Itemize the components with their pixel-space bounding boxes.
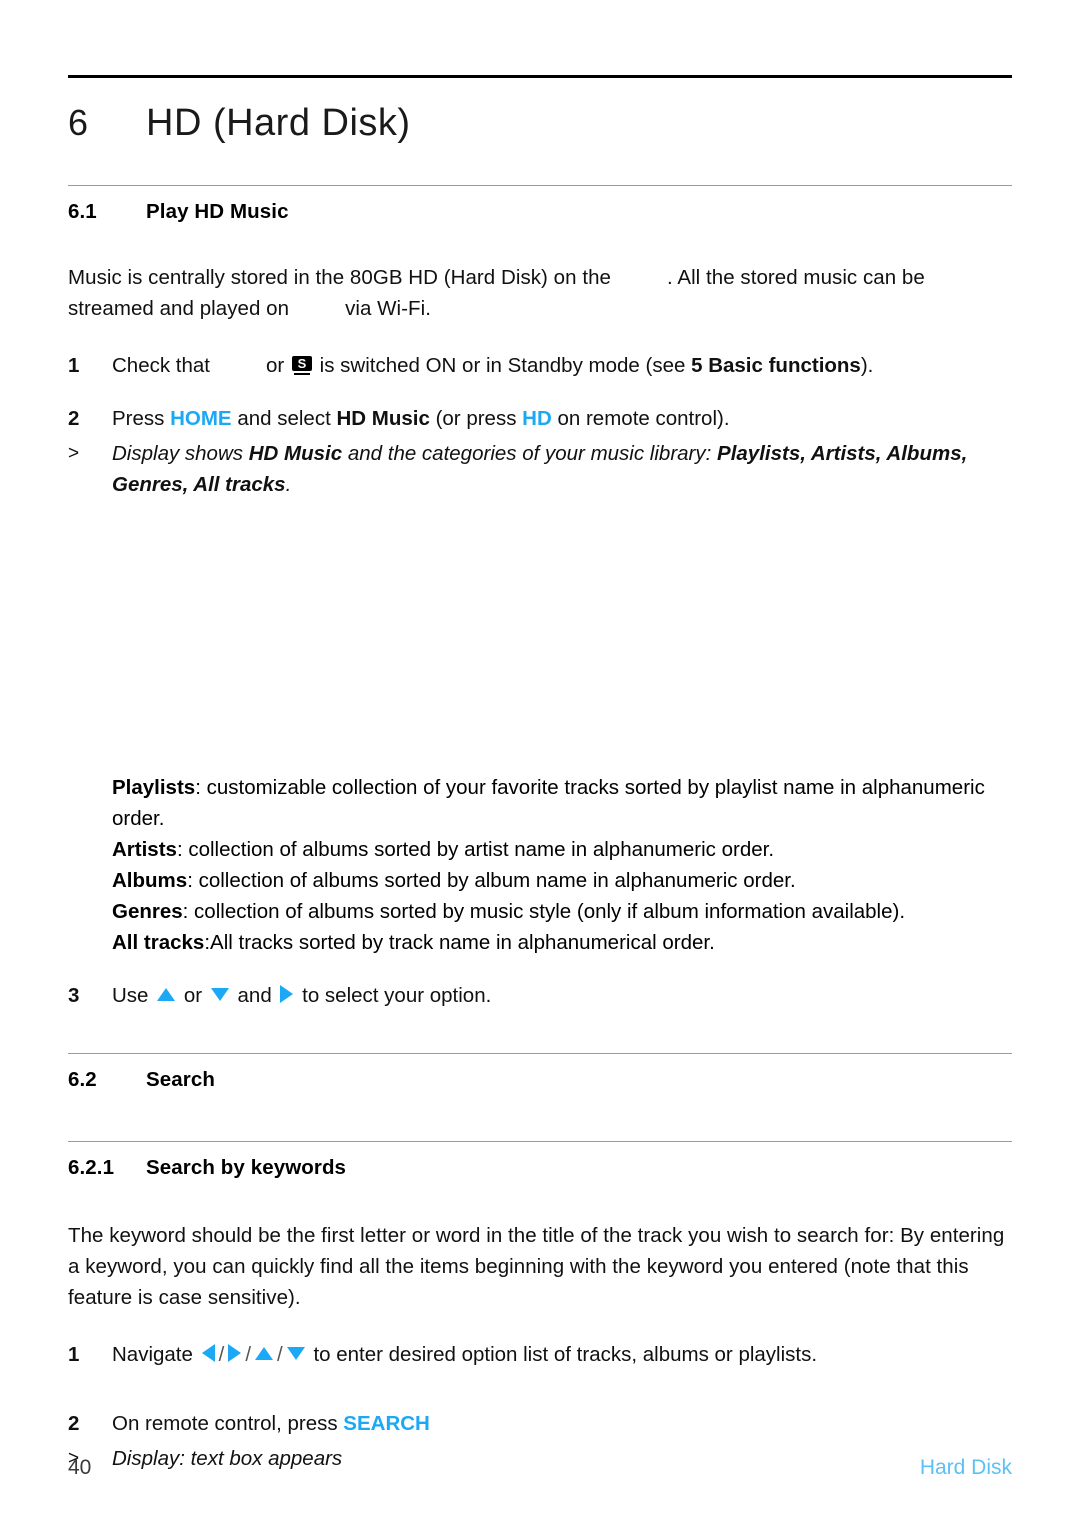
category-description: customizable collection of your favorite… — [112, 776, 985, 830]
step-2-result: > Display shows HD Music and the categor… — [68, 438, 1012, 500]
category-description: collection of albums sorted by album nam… — [192, 869, 796, 892]
step-marker: 1 — [68, 354, 80, 377]
step-2-result-text: Display shows HD Music and the categorie… — [112, 438, 1012, 500]
hd-music-display-label: HD Music — [248, 442, 343, 465]
step-1-check: 1 Check that or S is switched ON or in St… — [68, 350, 1012, 381]
category-item: Albums: collection of albums sorted by a… — [112, 865, 1012, 896]
category-name: Playlists — [112, 776, 196, 799]
result-marker: > — [68, 443, 80, 464]
category-name: Genres — [112, 900, 183, 923]
search-step-2-press-search: 2 On remote control, press SEARCH — [68, 1408, 1012, 1439]
arrow-separator: / — [245, 1343, 252, 1366]
standby-s-icon: S — [291, 356, 312, 375]
step-1-text-d: ). — [860, 354, 874, 377]
section-number-621: 6.2.1 — [68, 1156, 115, 1179]
step-2-text-b: and select — [237, 407, 331, 430]
key-home-label: HOME — [170, 407, 232, 430]
intro-part-3: via Wi-Fi. — [345, 297, 431, 320]
result-2-text-a: Display shows — [112, 442, 244, 465]
intro-paragraph: Music is centrally stored in the 80GB HD… — [68, 262, 1012, 324]
chapter-heading: 6 HD (Hard Disk) — [68, 78, 1012, 171]
step-marker: 2 — [68, 407, 80, 430]
search-step-1-text-b: to enter desired option list of tracks, … — [313, 1343, 818, 1366]
section-title-61: Play HD Music — [146, 200, 289, 223]
category-item: Genres: collection of albums sorted by m… — [112, 896, 1012, 927]
section-number-62: 6.2 — [68, 1068, 97, 1091]
section-title-621: Search by keywords — [146, 1156, 347, 1179]
category-description: collection of albums sorted by music sty… — [188, 900, 906, 923]
key-hd-label: HD — [522, 407, 552, 430]
category-name: Albums — [112, 869, 188, 892]
footer-chapter-tag: Hard Disk — [919, 1456, 1012, 1479]
arrow-separator: / — [277, 1343, 283, 1366]
basic-functions-reference: 5 Basic functions — [691, 354, 861, 377]
step-2-text-d: on remote control). — [557, 407, 730, 430]
step-marker: 2 — [68, 1412, 80, 1435]
hd-music-menu-label: HD Music — [336, 407, 430, 430]
section-title-62: Search — [146, 1068, 215, 1091]
page-content: 6 HD (Hard Disk) 6.1 Play HD Music Music… — [68, 0, 1012, 1474]
step-3-select-option: 3 Use or and to select your option. — [68, 980, 1012, 1011]
result-2-text-b: and the categories of your music library… — [347, 442, 712, 465]
step-1-text-b: or — [266, 354, 285, 377]
search-step-1-text-a: Navigate — [112, 1343, 193, 1366]
category-name: Artists — [112, 838, 177, 861]
step-marker: 3 — [68, 984, 80, 1007]
chapter-title: HD (Hard Disk) — [146, 102, 411, 144]
search-step-2-text: On remote control, press SEARCH — [112, 1408, 1012, 1439]
step-2-text-a: Press — [112, 407, 165, 430]
arrow-down-icon — [210, 988, 229, 1001]
step-3-text-c: and — [237, 984, 272, 1007]
step-3-text-d: to select your option. — [302, 984, 492, 1007]
arrow-down-icon — [286, 1347, 305, 1360]
footer-page-number: 40 — [68, 1456, 92, 1479]
section-heading-621: 6.2.1 Search by keywords — [68, 1142, 1012, 1188]
category-name: All tracks — [112, 931, 205, 954]
category-item: Playlists: customizable collection of yo… — [112, 772, 1012, 834]
result-2-text-c: . — [285, 473, 292, 496]
step-marker: 1 — [68, 1343, 80, 1366]
standby-s-icon-glyph: S — [291, 356, 312, 371]
search-step-1-text: Navigate / / / to enter desired option lis… — [112, 1339, 1012, 1370]
step-2-text-c: (or press — [435, 407, 517, 430]
category-item: All tracks:All tracks sorted by track na… — [112, 927, 1012, 958]
arrow-right-icon — [280, 985, 294, 1003]
key-search-label: SEARCH — [343, 1412, 430, 1435]
chapter-number: 6 — [68, 102, 89, 143]
search-step-1-navigate: 1 Navigate / / / to enter desired option l… — [68, 1339, 1012, 1370]
arrow-up-icon — [255, 1347, 274, 1360]
step-3-text-a: Use — [112, 984, 149, 1007]
arrow-separator: / — [218, 1343, 225, 1366]
document-page: 6 HD (Hard Disk) 6.1 Play HD Music Music… — [0, 0, 1080, 1527]
category-description: All tracks sorted by track name in alpha… — [210, 931, 715, 954]
category-description: collection of albums sorted by artist na… — [182, 838, 775, 861]
step-3-text: Use or and to select your option. — [112, 980, 1012, 1011]
step-1-text-c: is switched ON or in Standby mode (see — [319, 354, 686, 377]
category-item: Artists: collection of albums sorted by … — [112, 834, 1012, 865]
page-footer: 40 Hard Disk — [68, 1456, 1012, 1480]
step-1-text-a: Check that — [112, 354, 210, 377]
category-descriptions: Playlists: customizable collection of yo… — [112, 772, 1012, 958]
standby-s-icon-underline — [293, 373, 310, 375]
intro-part-1: Music is centrally stored in the 80GB HD… — [68, 266, 611, 289]
section-number-61: 6.1 — [68, 200, 97, 223]
illustration-placeholder — [68, 500, 1012, 772]
search-step-2-text-a: On remote control, press — [112, 1412, 338, 1435]
arrow-left-icon — [201, 1344, 215, 1362]
step-2-press-home: 2 Press HOME and select HD Music (or pre… — [68, 403, 1012, 434]
keywords-paragraph: The keyword should be the first letter o… — [68, 1224, 1005, 1309]
step-1-text: Check that or S is switched ON or in Stan… — [112, 350, 1012, 381]
arrow-up-icon — [157, 988, 176, 1001]
section-heading-62: 6.2 Search — [68, 1054, 1012, 1100]
arrow-right-icon — [228, 1344, 242, 1362]
step-2-text: Press HOME and select HD Music (or press… — [112, 403, 1012, 434]
step-3-text-b: or — [183, 984, 203, 1007]
section-heading-61: 6.1 Play HD Music — [68, 186, 1012, 232]
